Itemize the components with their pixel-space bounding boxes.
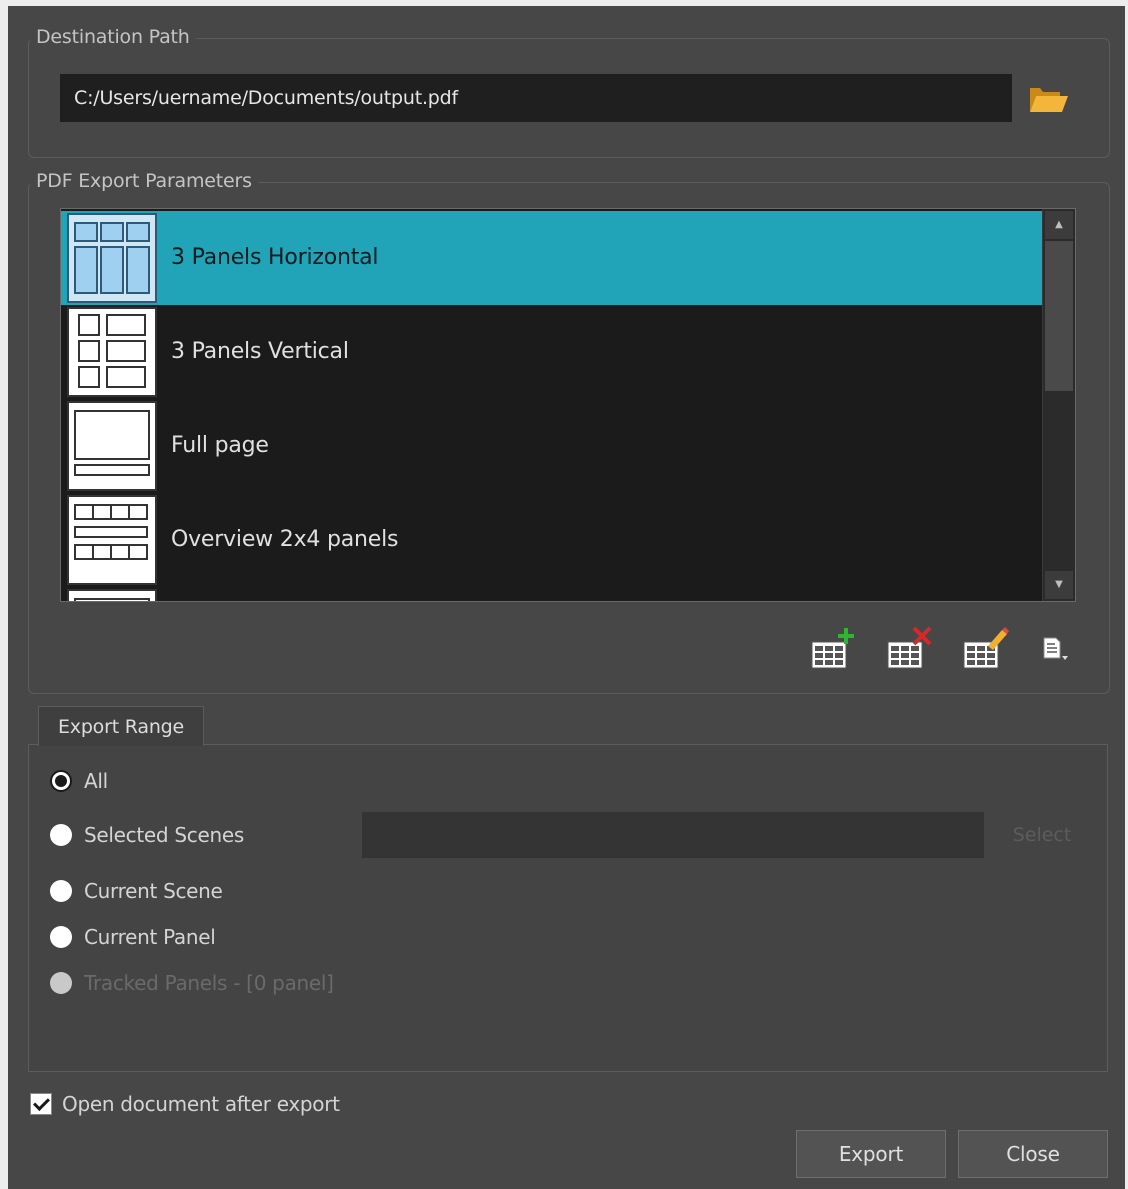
destination-title: Destination Path xyxy=(30,26,196,48)
layout-full-page-icon xyxy=(67,401,157,491)
radio-button xyxy=(50,972,72,994)
close-button[interactable]: Close xyxy=(958,1130,1108,1178)
profile-item[interactable]: Full page xyxy=(61,399,1043,493)
layout-3-vertical-icon xyxy=(67,307,157,397)
tab-export-range[interactable]: Export Range xyxy=(38,706,204,746)
radio-button[interactable] xyxy=(50,824,72,846)
destination-path-field[interactable]: C:/Users/uername/Documents/output.pdf xyxy=(60,74,1012,122)
profile-item-partial[interactable] xyxy=(61,587,1043,601)
scroll-down-icon[interactable]: ▼ xyxy=(1045,571,1073,599)
scroll-thumb[interactable] xyxy=(1045,241,1073,391)
radio-button[interactable] xyxy=(50,926,72,948)
open-after-export-checkbox[interactable] xyxy=(30,1093,52,1115)
export-button[interactable]: Export xyxy=(796,1130,946,1178)
radio-label: Tracked Panels - [0 panel] xyxy=(84,971,334,995)
radio-label: All xyxy=(84,769,108,793)
layout-overview-icon xyxy=(67,495,157,585)
delete-profile-icon[interactable] xyxy=(884,624,934,674)
scroll-up-icon[interactable]: ▲ xyxy=(1045,211,1073,239)
pdf-params-title: PDF Export Parameters xyxy=(30,170,258,192)
select-button: Select xyxy=(1012,824,1072,846)
selected-scenes-field[interactable] xyxy=(362,812,984,858)
profile-label: Full page xyxy=(171,433,269,458)
folder-open-icon[interactable] xyxy=(1026,84,1070,116)
list-scrollbar[interactable]: ▲ ▼ xyxy=(1042,209,1075,601)
profile-item[interactable]: 3 Panels Horizontal xyxy=(61,211,1043,305)
add-profile-icon[interactable] xyxy=(808,624,858,674)
profile-label: 3 Panels Vertical xyxy=(171,339,349,364)
profile-menu-icon[interactable] xyxy=(1040,624,1090,674)
radio-label: Current Scene xyxy=(84,879,223,903)
profile-list[interactable]: 3 Panels Horizontal 3 Panels Vertical Fu… xyxy=(60,208,1076,602)
radio-label: Current Panel xyxy=(84,925,216,949)
profile-label: Overview 2x4 panels xyxy=(171,527,399,552)
layout-partial-icon xyxy=(67,589,157,601)
edit-profile-icon[interactable] xyxy=(960,624,1010,674)
profile-label: 3 Panels Horizontal xyxy=(171,245,379,270)
radio-button[interactable] xyxy=(50,880,72,902)
profile-item[interactable]: 3 Panels Vertical xyxy=(61,305,1043,399)
radio-label: Selected Scenes xyxy=(84,823,244,847)
profile-item[interactable]: Overview 2x4 panels xyxy=(61,493,1043,587)
layout-3-horizontal-icon xyxy=(67,213,157,303)
open-after-export-label: Open document after export xyxy=(62,1092,340,1116)
export-range-panel xyxy=(28,744,1108,1072)
window-frame-top xyxy=(0,0,1128,6)
window-frame-left xyxy=(0,0,8,1189)
radio-button[interactable] xyxy=(50,770,72,792)
